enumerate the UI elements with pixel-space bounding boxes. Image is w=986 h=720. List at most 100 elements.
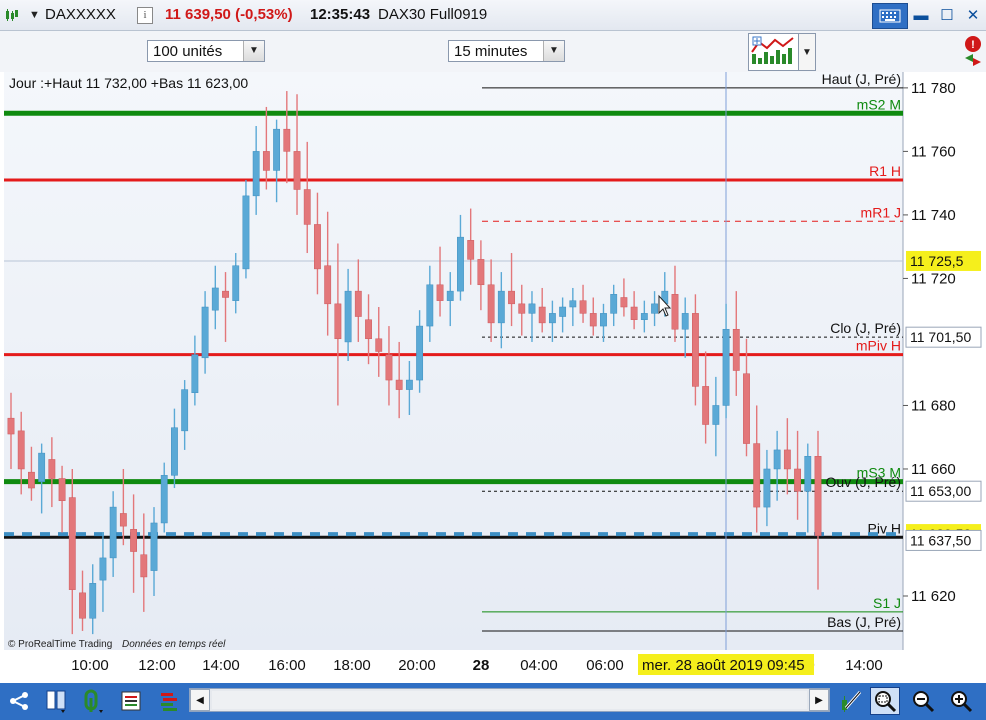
candle-body[interactable] [753, 443, 761, 508]
share-icon[interactable] [4, 687, 34, 715]
candle-body[interactable] [600, 313, 607, 327]
candle-body[interactable] [640, 313, 648, 320]
candle-body[interactable] [181, 389, 189, 432]
candle-body[interactable] [712, 405, 720, 425]
candle-body[interactable] [262, 151, 270, 171]
scroll-thumb[interactable] [212, 691, 807, 709]
candle-body[interactable] [314, 224, 321, 270]
candle-body[interactable] [334, 303, 342, 340]
candle-body[interactable] [395, 379, 403, 390]
candle-body[interactable] [385, 354, 393, 381]
order-list-icon[interactable] [116, 687, 146, 715]
candle-body[interactable] [722, 328, 730, 406]
symbol-dropdown-icon[interactable]: ▼ [29, 9, 40, 21]
candle-body[interactable] [273, 128, 281, 171]
candle-body[interactable] [38, 452, 46, 482]
candle-body[interactable] [232, 265, 240, 301]
info-icon[interactable]: i [137, 7, 153, 24]
price-chart[interactable]: Haut (J, Pré) mS2 M R1 H mR1 J Clo (J, Pré) m… [0, 71, 986, 650]
arrows-icon[interactable] [965, 54, 981, 66]
candle-body[interactable] [732, 328, 740, 371]
candle-body[interactable] [508, 290, 515, 305]
candle-body[interactable] [130, 529, 137, 552]
candle-body[interactable] [89, 583, 97, 619]
indicators-button[interactable] [748, 33, 800, 71]
candle-body[interactable] [548, 313, 556, 324]
candle-body[interactable] [405, 379, 413, 390]
candle-body[interactable] [446, 290, 454, 301]
candle-body[interactable] [477, 259, 485, 286]
trading-icon[interactable] [80, 687, 110, 715]
candle-body[interactable] [252, 151, 260, 197]
candle-body[interactable] [743, 373, 750, 444]
candle-body[interactable] [242, 195, 250, 270]
symbol-name[interactable]: DAXXXXX [45, 6, 116, 23]
scroll-left-icon[interactable]: ◀ [190, 689, 210, 711]
candle-body[interactable] [140, 554, 148, 578]
alert-icon[interactable]: ! [965, 36, 981, 52]
candle-body[interactable] [773, 449, 781, 470]
chevron-down-icon[interactable]: ▼ [543, 41, 564, 61]
candle-body[interactable] [620, 297, 628, 308]
candle-body[interactable] [569, 300, 577, 308]
candle-body[interactable] [109, 506, 117, 559]
candle-body[interactable] [365, 319, 372, 340]
candle-body[interactable] [426, 284, 434, 327]
candle-body[interactable] [28, 471, 35, 489]
candle-body[interactable] [702, 386, 710, 425]
candle-body[interactable] [804, 456, 812, 492]
close-icon[interactable]: ✕ [960, 3, 986, 27]
candle-body[interactable] [68, 497, 76, 590]
candle-body[interactable] [150, 522, 158, 571]
order-book-icon[interactable] [154, 687, 184, 715]
candlestick-icon[interactable] [5, 8, 19, 22]
candle-body[interactable] [171, 427, 178, 476]
candle-body[interactable] [222, 290, 229, 298]
candle-body[interactable] [518, 303, 526, 314]
horizontal-scrollbar[interactable]: ◀ ▶ [189, 688, 830, 712]
candle-body[interactable] [487, 284, 495, 324]
candle-body[interactable] [48, 459, 56, 479]
scroll-right-icon[interactable]: ▶ [809, 689, 829, 711]
candle-body[interactable] [201, 306, 209, 359]
candle-body[interactable] [610, 294, 618, 314]
candle-body[interactable] [559, 306, 567, 317]
candle-body[interactable] [467, 240, 475, 260]
maximize-icon[interactable]: ☐ [934, 3, 960, 27]
candle-body[interactable] [58, 478, 66, 501]
candle-body[interactable] [99, 557, 107, 581]
minimize-icon[interactable]: ▬ [908, 3, 934, 27]
candle-body[interactable] [17, 430, 25, 470]
candle-body[interactable] [211, 287, 219, 311]
candle-body[interactable] [160, 475, 168, 524]
candle-body[interactable] [416, 325, 424, 381]
units-select[interactable]: 100 unités ▼ [147, 40, 265, 62]
zoom-out-icon[interactable] [908, 687, 938, 715]
candle-body[interactable] [763, 468, 771, 508]
candle-body[interactable] [293, 151, 301, 190]
candle-body[interactable] [630, 306, 638, 320]
chart-area[interactable]: Haut (J, Pré) mS2 M R1 H mR1 J Clo (J, Pré) m… [0, 71, 986, 678]
candle-body[interactable] [651, 303, 658, 314]
candle-body[interactable] [814, 456, 822, 536]
candle-body[interactable] [671, 294, 679, 330]
zoom-in-icon[interactable] [946, 687, 976, 715]
layout-icon[interactable] [42, 687, 72, 715]
candle-body[interactable] [119, 513, 127, 527]
candle-body[interactable] [794, 468, 801, 492]
candle-body[interactable] [344, 290, 352, 343]
candle-body[interactable] [528, 303, 536, 314]
candle-body[interactable] [589, 313, 597, 327]
indicators-dropdown-icon[interactable]: ▼ [798, 33, 816, 71]
candle-body[interactable] [354, 290, 362, 317]
timeframe-select[interactable]: 15 minutes ▼ [448, 40, 565, 62]
candle-body[interactable] [783, 449, 791, 470]
candle-body[interactable] [283, 128, 291, 152]
candle-body[interactable] [303, 189, 311, 225]
candle-body[interactable] [7, 417, 15, 435]
zoom-select-icon[interactable] [870, 687, 900, 715]
candle-body[interactable] [692, 313, 699, 387]
candle-body[interactable] [436, 284, 444, 301]
candle-body[interactable] [79, 592, 86, 619]
keyboard-icon[interactable] [872, 3, 908, 29]
